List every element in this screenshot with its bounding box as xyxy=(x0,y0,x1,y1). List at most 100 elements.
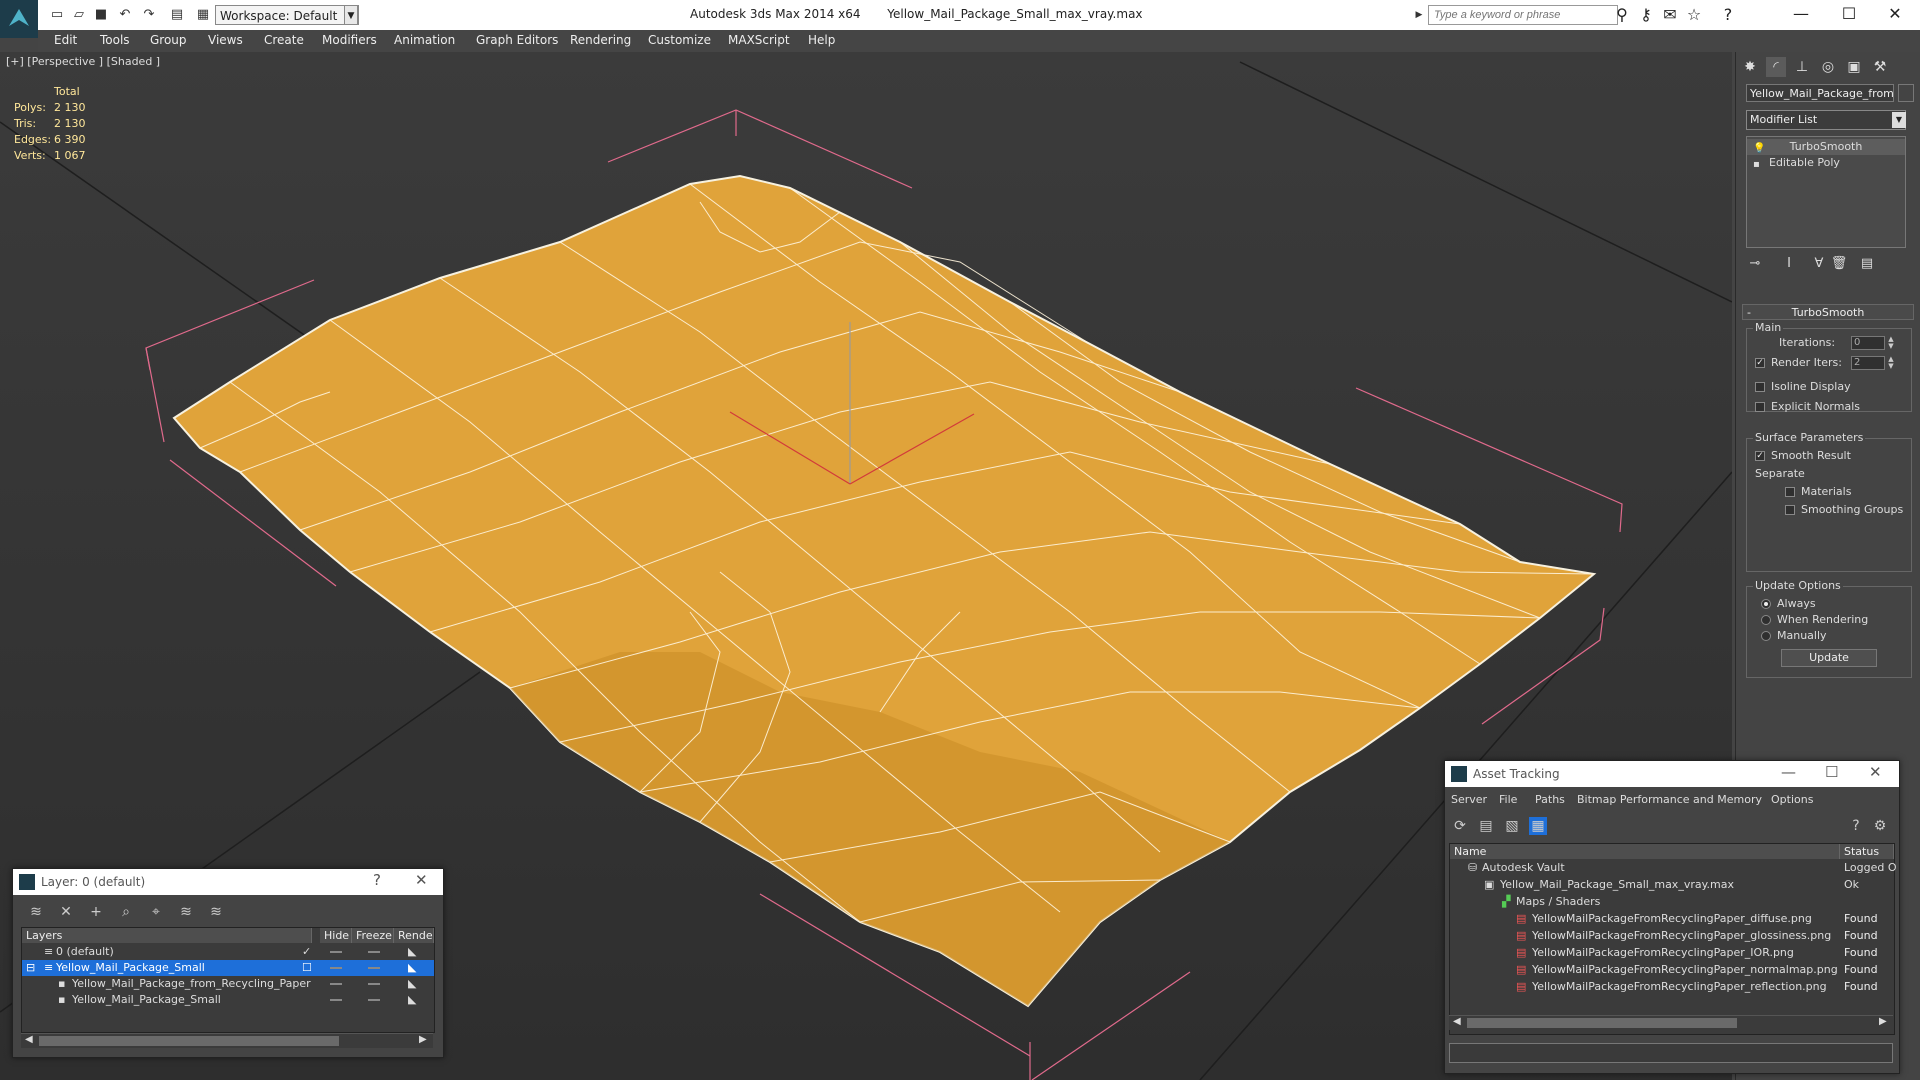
search-expand-icon[interactable]: ▶ xyxy=(1410,6,1428,24)
close-icon[interactable]: ✕ xyxy=(415,871,428,889)
binoculars-icon[interactable]: ⚲ xyxy=(1612,5,1632,24)
scroll-right-icon[interactable]: ▶ xyxy=(419,1034,427,1045)
menu-modifiers[interactable]: Modifiers xyxy=(322,33,377,47)
table-view-icon[interactable]: ▦ xyxy=(1529,817,1547,835)
scrollbar-thumb[interactable] xyxy=(39,1036,339,1046)
close-icon[interactable]: ✕ xyxy=(1869,763,1882,781)
expand-icon[interactable]: ▪ xyxy=(1753,157,1760,173)
select-layer-icon[interactable]: ⌖ xyxy=(147,903,165,921)
open-file-icon[interactable]: ▱ xyxy=(70,6,88,24)
turbosmooth-rollout[interactable]: - TurboSmooth xyxy=(1742,304,1914,320)
render-toggle-icon[interactable]: ◣ xyxy=(408,944,416,960)
table-row[interactable]: ▤ YellowMailPackageFromRecyclingPaper_gl… xyxy=(1450,928,1894,944)
smoothing-groups-checkbox[interactable] xyxy=(1785,505,1795,515)
asset-panel-titlebar[interactable]: Asset Tracking — ☐ ✕ xyxy=(1445,761,1899,787)
freeze-toggle[interactable] xyxy=(368,999,380,1001)
stack-item-editable-poly[interactable]: ▪ Editable Poly xyxy=(1747,155,1905,171)
scroll-right-icon[interactable]: ▶ xyxy=(1879,1016,1887,1027)
menu-customize[interactable]: Customize xyxy=(648,33,711,47)
motion-tab-icon[interactable]: ◎ xyxy=(1818,57,1838,77)
spinner-arrows-icon[interactable]: ▲ ▼ xyxy=(1887,356,1895,370)
column-header-status[interactable]: Status xyxy=(1840,844,1894,859)
table-row[interactable]: ▤ YellowMailPackageFromRecyclingPaper_IO… xyxy=(1450,945,1894,961)
highlight-layer-icon[interactable]: ≋ xyxy=(177,903,195,921)
app-logo-button[interactable] xyxy=(0,0,38,38)
object-name-field[interactable]: Yellow_Mail_Package_from_R xyxy=(1746,84,1894,102)
table-row[interactable]: ▪ Yellow_Mail_Package_from_Recycling_Pap… xyxy=(22,976,434,992)
manually-radio[interactable] xyxy=(1761,631,1771,641)
refresh-icon[interactable]: ⟳ xyxy=(1451,817,1469,835)
isoline-display-checkbox[interactable] xyxy=(1755,382,1765,392)
add-layer-icon[interactable]: + xyxy=(87,903,105,921)
column-header-layers[interactable]: Layers xyxy=(22,928,312,943)
communication-icon[interactable]: ✉ xyxy=(1660,5,1680,24)
maximize-icon[interactable]: ☐ xyxy=(1826,0,1872,30)
explicit-normals-checkbox[interactable] xyxy=(1755,402,1765,412)
help-icon[interactable]: ? xyxy=(373,871,381,889)
menu-views[interactable]: Views xyxy=(208,33,243,47)
column-header-hide[interactable]: Hide xyxy=(320,928,352,943)
project-folder-icon[interactable]: ▤ xyxy=(168,6,186,24)
make-unique-icon[interactable]: ∀ xyxy=(1810,256,1828,274)
hierarchy-tab-icon[interactable]: ⊥ xyxy=(1792,57,1812,77)
thumbnail-view-icon[interactable]: ▧ xyxy=(1503,817,1521,835)
render-toggle-icon[interactable]: ◣ xyxy=(408,992,416,1008)
favorites-star-icon[interactable]: ☆ xyxy=(1684,5,1704,24)
help-icon[interactable]: ? xyxy=(1847,817,1865,835)
modify-tab-icon[interactable]: ◜ xyxy=(1766,57,1786,77)
menu-tools[interactable]: Tools xyxy=(100,33,130,47)
menu-graph-editors[interactable]: Graph Editors xyxy=(476,33,558,47)
freeze-toggle[interactable] xyxy=(368,951,380,953)
scroll-left-icon[interactable]: ◀ xyxy=(1453,1016,1461,1027)
table-row[interactable]: ▤ YellowMailPackageFromRecyclingPaper_di… xyxy=(1450,911,1894,927)
column-header-freeze[interactable]: Freeze xyxy=(352,928,394,943)
when-rendering-radio[interactable] xyxy=(1761,615,1771,625)
modifier-list-dropdown-icon[interactable]: ▼ xyxy=(1892,112,1906,128)
maximize-icon[interactable]: ☐ xyxy=(1825,763,1838,781)
minimize-icon[interactable]: — xyxy=(1781,763,1796,781)
help-icon[interactable]: ? xyxy=(1718,5,1738,24)
subscription-icon[interactable]: ⚷ xyxy=(1636,5,1656,24)
scrollbar-thumb[interactable] xyxy=(1467,1018,1737,1028)
materials-checkbox[interactable] xyxy=(1785,487,1795,497)
column-header-render[interactable]: Render xyxy=(394,928,434,943)
render-iters-checkbox[interactable]: ✓ xyxy=(1755,358,1765,368)
iterations-spinner[interactable]: 0 xyxy=(1851,336,1885,350)
active-check-icon[interactable]: ✓ xyxy=(302,944,311,960)
menu-create[interactable]: Create xyxy=(264,33,304,47)
table-row[interactable]: ▤ YellowMailPackageFromRecyclingPaper_re… xyxy=(1450,979,1894,995)
hide-all-icon[interactable]: ≋ xyxy=(207,903,225,921)
stack-item-turbosmooth[interactable]: 💡 TurboSmooth xyxy=(1747,139,1905,155)
freeze-toggle[interactable] xyxy=(368,983,380,985)
table-row[interactable]: ⛁ Autodesk Vault Logged O xyxy=(1450,860,1897,876)
menu-server[interactable]: Server xyxy=(1451,793,1487,806)
object-color-swatch[interactable] xyxy=(1898,84,1914,102)
table-row[interactable]: ▞ Maps / Shaders xyxy=(1450,894,1894,910)
menu-paths[interactable]: Paths xyxy=(1535,793,1565,806)
hide-toggle[interactable] xyxy=(330,999,342,1001)
pin-stack-icon[interactable]: ⊸ xyxy=(1746,256,1764,274)
save-file-icon[interactable]: ■ xyxy=(92,6,110,24)
menu-animation[interactable]: Animation xyxy=(394,33,455,47)
update-button[interactable]: Update xyxy=(1781,649,1877,667)
column-header-name[interactable]: Name xyxy=(1450,844,1840,859)
remove-modifier-icon[interactable]: 🗑 xyxy=(1830,256,1848,274)
spinner-arrows-icon[interactable]: ▲ ▼ xyxy=(1887,336,1895,350)
workspace-select[interactable]: Workspace: Default xyxy=(215,5,359,25)
viewport-label[interactable]: [+] [Perspective ] [Shaded ] xyxy=(6,55,160,68)
always-radio[interactable] xyxy=(1761,599,1771,609)
hide-toggle[interactable] xyxy=(330,951,342,953)
close-icon[interactable]: ✕ xyxy=(1872,0,1918,30)
modifier-list-select[interactable]: Modifier List xyxy=(1746,110,1906,130)
list-view-icon[interactable]: ▤ xyxy=(1477,817,1495,835)
menu-rendering[interactable]: Rendering xyxy=(570,33,631,47)
menu-maxscript[interactable]: MAXScript xyxy=(728,33,790,47)
menu-group[interactable]: Group xyxy=(150,33,187,47)
layer-panel-titlebar[interactable]: Layer: 0 (default) ? ✕ xyxy=(13,869,443,895)
select-objects-icon[interactable]: ⌕ xyxy=(117,903,135,921)
workspace-dropdown-icon[interactable]: ▼ xyxy=(344,5,358,25)
table-row[interactable]: ▤ YellowMailPackageFromRecyclingPaper_no… xyxy=(1450,962,1894,978)
active-box-icon[interactable]: ☐ xyxy=(302,960,312,976)
utilities-tab-icon[interactable]: ⚒ xyxy=(1870,57,1890,77)
asset-path-field[interactable] xyxy=(1449,1043,1893,1063)
